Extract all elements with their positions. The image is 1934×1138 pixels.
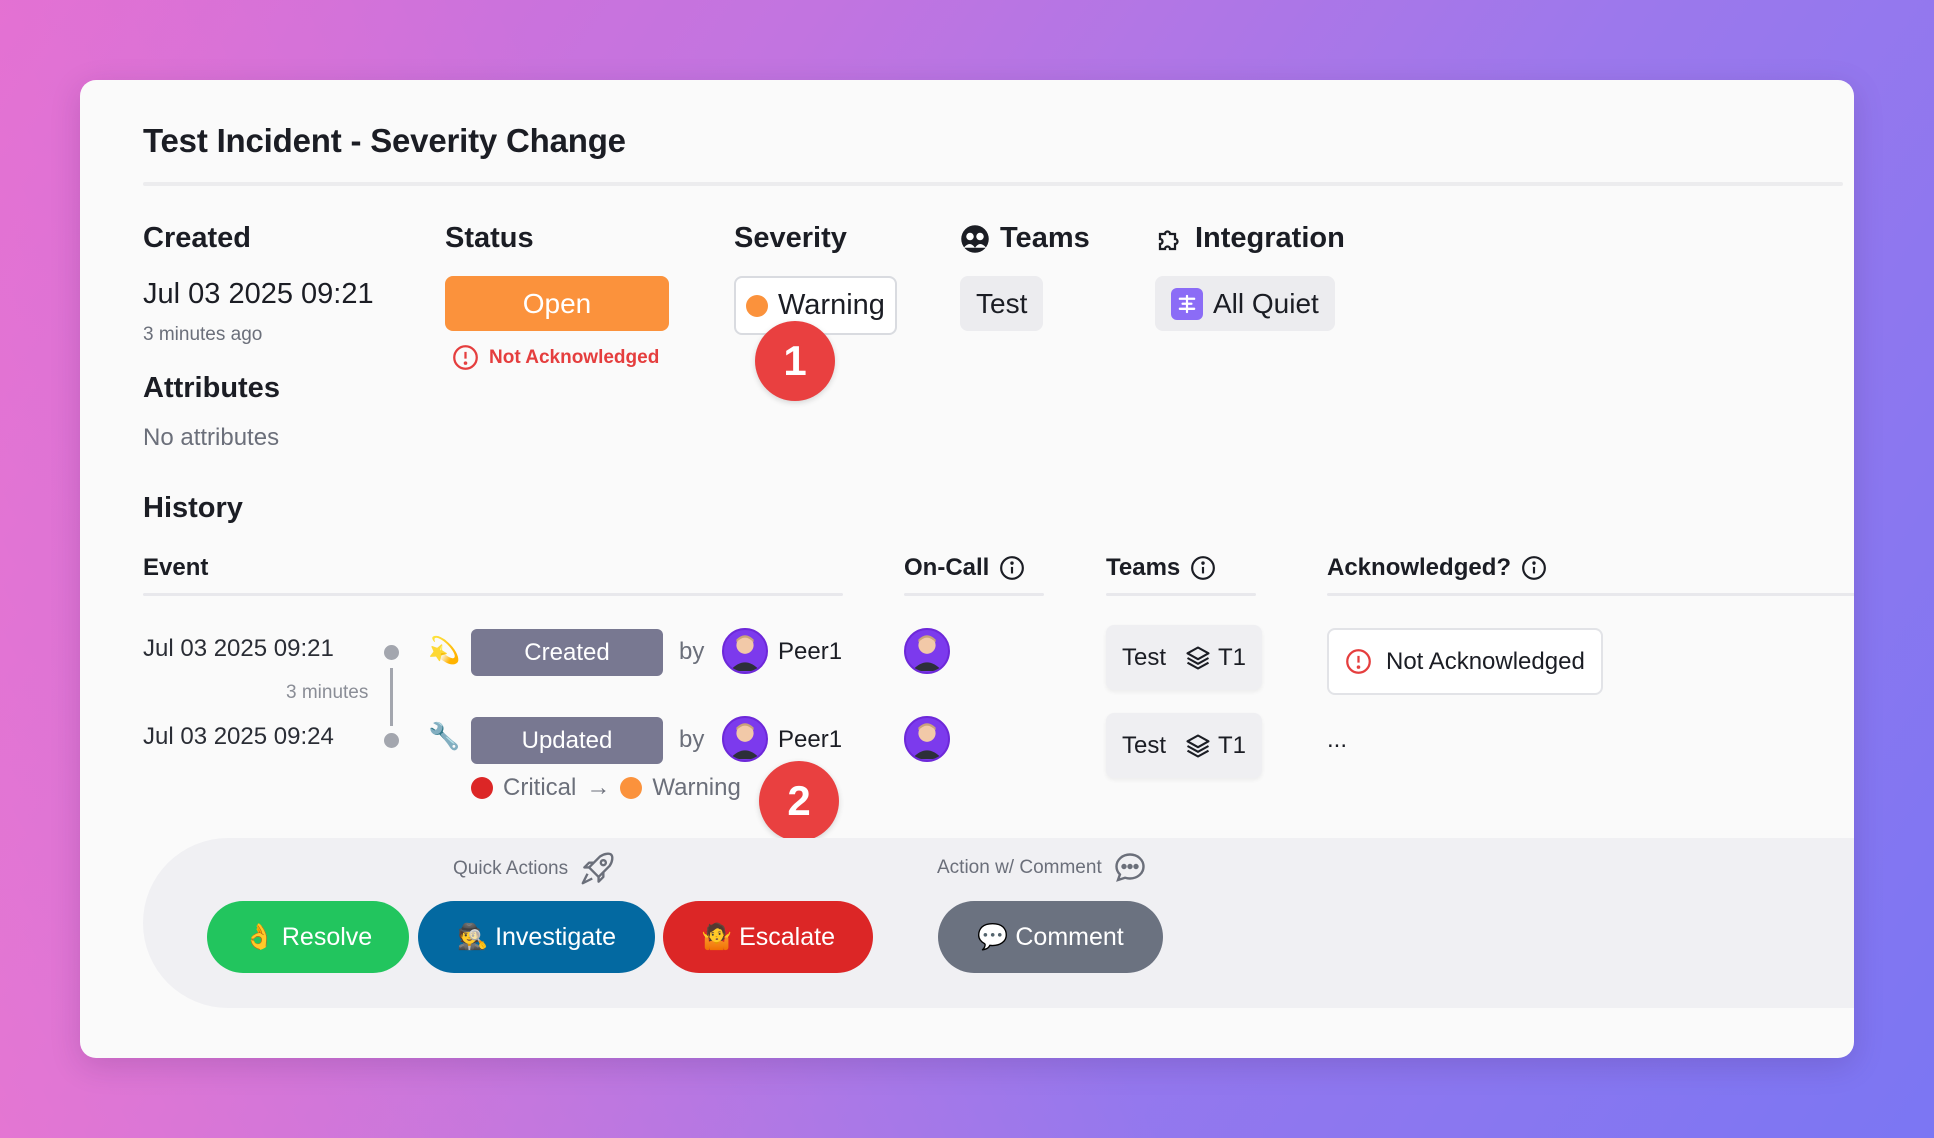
- ack-status-text: Not Acknowledged: [1386, 647, 1585, 675]
- event-badge-created[interactable]: Created: [471, 629, 663, 676]
- layers-icon: [1186, 733, 1210, 758]
- timeline-dot: [384, 645, 399, 660]
- teams-icon: [961, 224, 989, 253]
- status-label: Status: [445, 222, 534, 254]
- rocket-icon: [581, 852, 614, 885]
- comment-label: 💬 Comment: [977, 922, 1124, 951]
- escalate-button[interactable]: 🤷 Escalate: [663, 901, 873, 973]
- annotation-marker-2: 2: [759, 761, 839, 841]
- allquiet-logo-icon: [1171, 287, 1203, 320]
- created-value: Jul 03 2025 09:21: [143, 278, 374, 310]
- annotation-marker-1: 1: [755, 321, 835, 401]
- team-tier: T1: [1218, 643, 1247, 671]
- escalate-label: 🤷 Escalate: [701, 922, 835, 951]
- comment-section-label: Action w/ Comment: [937, 857, 1102, 878]
- user-name[interactable]: Peer1: [778, 638, 842, 666]
- team-name: Test: [1122, 643, 1167, 671]
- teams-header: Teams: [960, 222, 1090, 255]
- critical-dot: [471, 777, 493, 799]
- avatar[interactable]: [722, 628, 768, 674]
- event-badge-label: Created: [524, 638, 610, 666]
- severity-to: Warning: [652, 774, 741, 801]
- chat-bubble-icon: [1115, 853, 1145, 882]
- severity-from: Critical: [503, 774, 577, 801]
- wrench-icon: 🔧: [428, 721, 461, 751]
- arrow-right-icon: →: [586, 774, 611, 801]
- resolve-button[interactable]: 👌 Resolve: [207, 901, 409, 973]
- column-header-oncall: On-Call: [904, 554, 1025, 582]
- integration-value: All Quiet: [1213, 287, 1319, 319]
- quick-actions-title: Quick Actions: [453, 850, 616, 888]
- column-header-event: Event: [143, 554, 208, 582]
- alert-circle-icon: [453, 345, 478, 370]
- team-name: Test: [1122, 731, 1167, 759]
- event-time: Jul 03 2025 09:21: [143, 635, 334, 662]
- info-icon[interactable]: [1190, 555, 1216, 581]
- alert-circle-icon: [1346, 649, 1371, 674]
- integration-label: Integration: [1195, 222, 1345, 254]
- quick-actions-label: Quick Actions: [453, 858, 569, 879]
- warning-dot: [620, 777, 643, 799]
- timeline-dot: [384, 733, 399, 748]
- severity-change: Critical → Warning: [471, 774, 741, 802]
- event-time: Jul 03 2025 09:24: [143, 723, 334, 750]
- teams-column-divider: [1106, 593, 1256, 596]
- comment-button[interactable]: 💬 Comment: [938, 901, 1163, 973]
- column-header-teams: Teams: [1106, 554, 1216, 582]
- oncall-avatar[interactable]: [904, 716, 950, 762]
- attributes-value: No attributes: [143, 424, 280, 451]
- severity-label: Severity: [734, 222, 847, 254]
- puzzle-icon: [1158, 229, 1179, 250]
- user-name[interactable]: Peer1: [778, 726, 842, 754]
- team-cell[interactable]: Test T1: [1106, 713, 1263, 778]
- oncall-column-divider: [904, 593, 1044, 596]
- team-tier: T1: [1218, 731, 1247, 759]
- status-button[interactable]: Open: [445, 276, 669, 331]
- created-label: Created: [143, 222, 251, 254]
- timeline-line: [390, 668, 393, 726]
- incident-card: Test Incident - Severity Change Created …: [80, 80, 1854, 1058]
- teams-value: Test: [976, 287, 1028, 319]
- severity-dot: [746, 294, 768, 317]
- title-divider: [143, 182, 1843, 186]
- by-label: by: [679, 638, 705, 665]
- teams-pill[interactable]: Test: [960, 276, 1044, 331]
- ack-status-text: Not Acknowledged: [489, 346, 660, 368]
- teams-column-label: Teams: [1106, 554, 1181, 581]
- info-icon[interactable]: [999, 555, 1025, 581]
- created-relative: 3 minutes ago: [143, 324, 263, 345]
- history-title: History: [143, 492, 243, 524]
- ack-status: Not Acknowledged: [452, 344, 659, 371]
- investigate-label: 🕵️ Investigate: [457, 922, 616, 951]
- acknowledged-column-label: Acknowledged?: [1327, 554, 1512, 581]
- info-icon[interactable]: [1521, 555, 1547, 581]
- investigate-button[interactable]: 🕵️ Investigate: [418, 901, 655, 973]
- event-badge-label: Updated: [521, 726, 613, 754]
- layers-icon: [1186, 645, 1210, 670]
- avatar[interactable]: [722, 716, 768, 762]
- status-value: Open: [522, 287, 592, 319]
- incident-title: Test Incident - Severity Change: [143, 122, 626, 159]
- event-badge-updated[interactable]: Updated: [471, 717, 663, 764]
- integration-header: Integration: [1155, 222, 1345, 255]
- attributes-label: Attributes: [143, 372, 280, 404]
- oncall-column-label: On-Call: [904, 554, 990, 581]
- integration-pill[interactable]: All Quiet: [1155, 276, 1335, 331]
- severity-value: Warning: [778, 289, 885, 321]
- by-label: by: [679, 726, 705, 753]
- timeline-duration: 3 minutes: [286, 682, 369, 703]
- event-column-divider: [143, 593, 843, 596]
- column-header-acknowledged: Acknowledged?: [1327, 554, 1547, 582]
- oncall-avatar[interactable]: [904, 628, 950, 674]
- resolve-label: 👌 Resolve: [243, 922, 373, 951]
- event-column-label: Event: [143, 554, 209, 581]
- acknowledged-column-divider: [1327, 593, 1854, 596]
- team-cell[interactable]: Test T1: [1106, 625, 1263, 690]
- teams-label: Teams: [1000, 222, 1090, 254]
- ack-status-cell: Not Acknowledged: [1327, 628, 1603, 695]
- sparkle-icon: 💫: [428, 635, 461, 665]
- comment-section-title: Action w/ Comment: [937, 850, 1148, 886]
- ack-pending: ...: [1327, 726, 1348, 753]
